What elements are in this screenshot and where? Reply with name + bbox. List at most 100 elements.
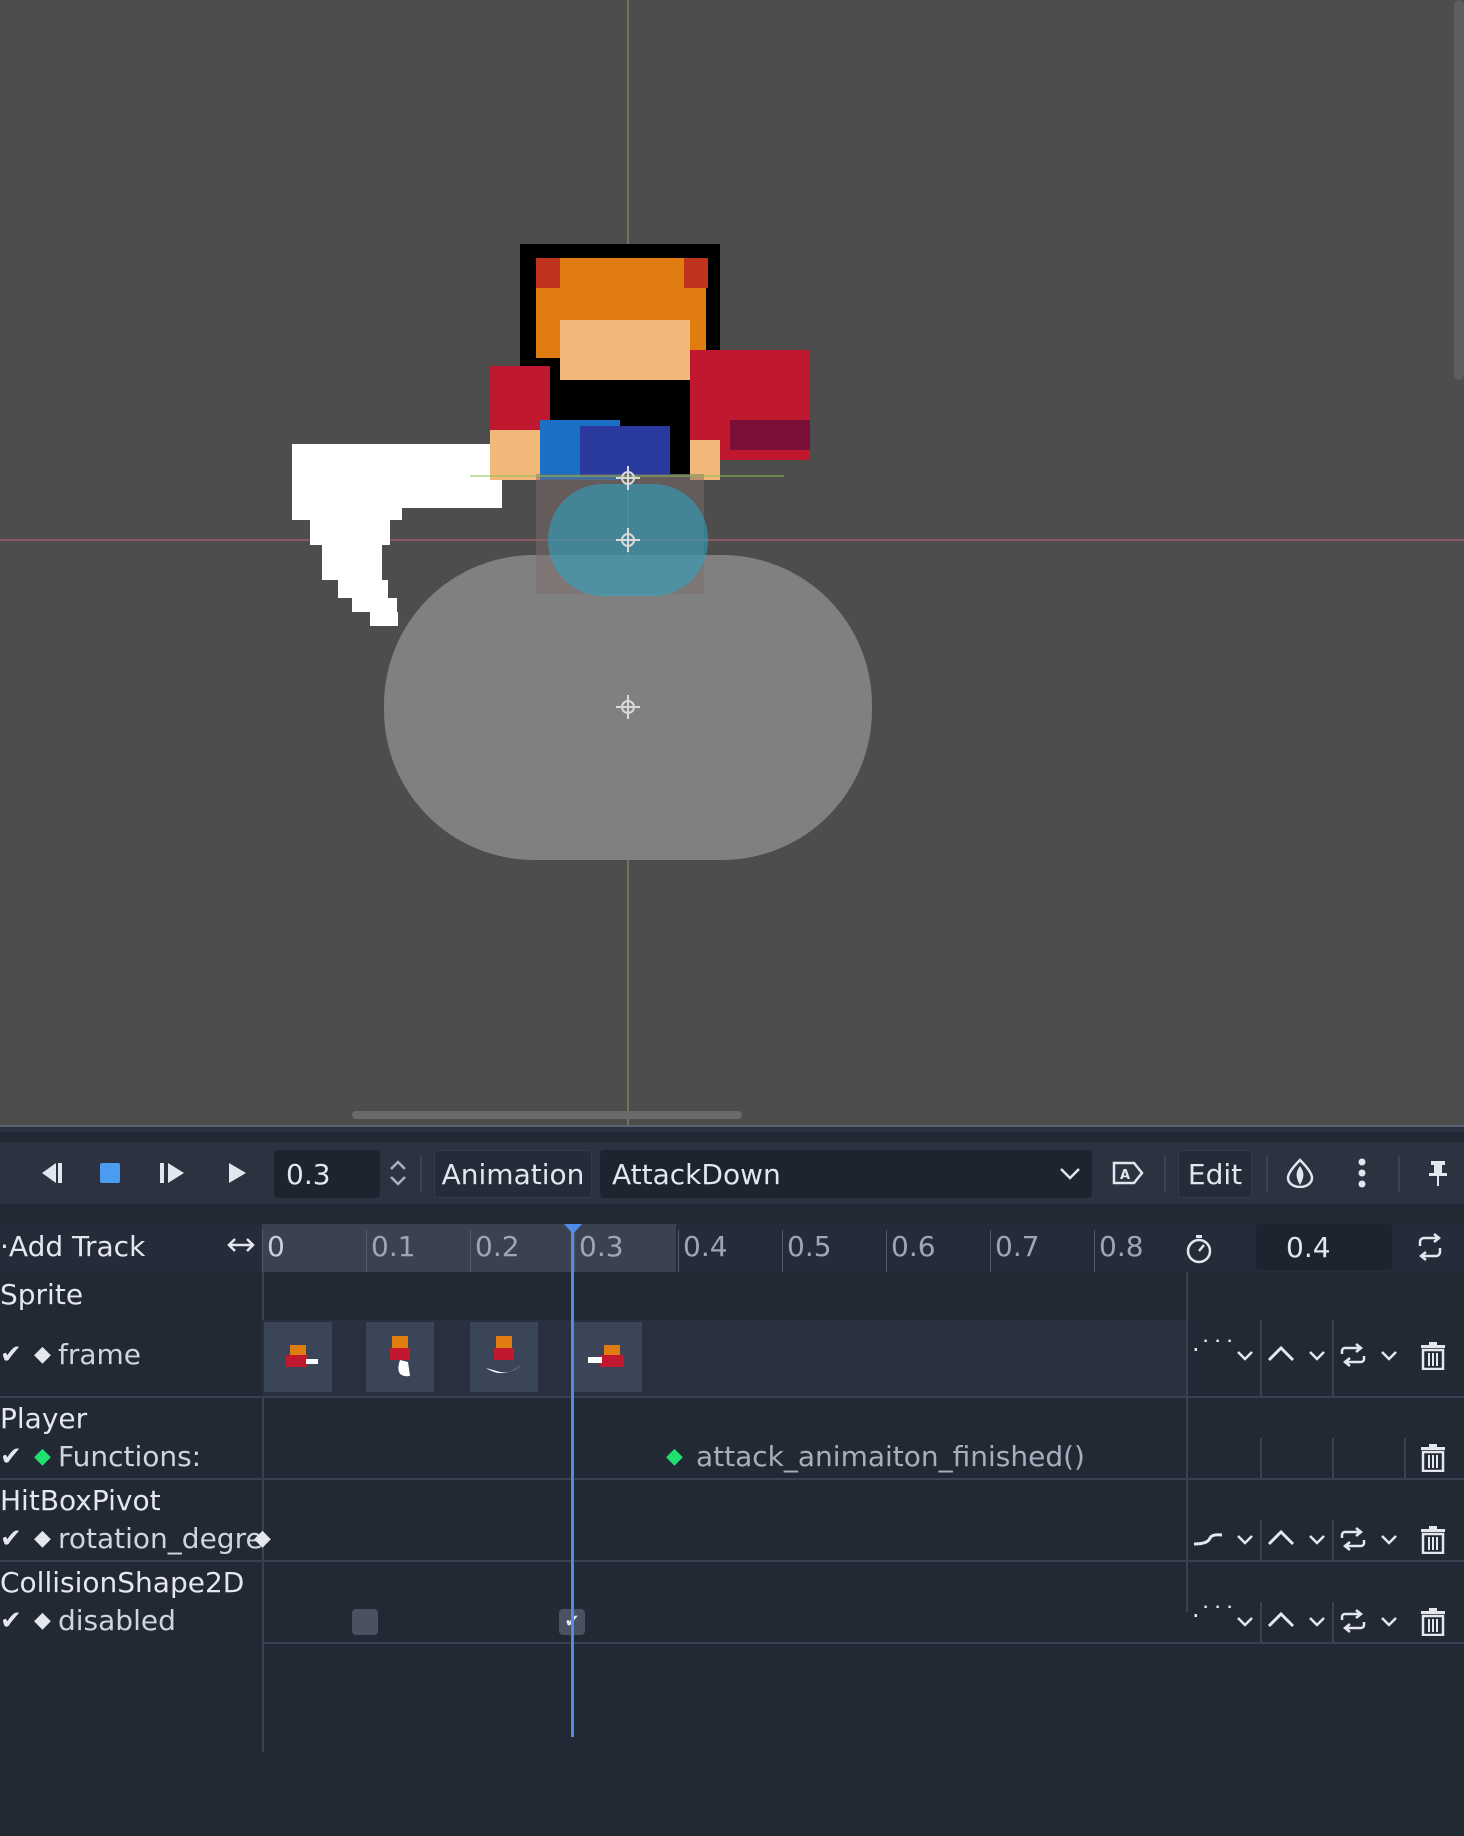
interpolation-nearest-icon[interactable] (1266, 1610, 1296, 1630)
update-mode-discrete[interactable]: ·˙˙˙ (1192, 1336, 1236, 1364)
column-divider (1260, 1320, 1262, 1396)
chevron-down-icon[interactable] (1308, 1350, 1326, 1362)
frame-keyframe[interactable] (470, 1322, 538, 1392)
onion-skinning-button[interactable] (1282, 1152, 1318, 1194)
animation-select[interactable]: AttackDown (600, 1150, 1092, 1198)
animation-menu-label: Animation (441, 1157, 585, 1191)
track-enabled-checkbox[interactable]: ✔ (0, 1340, 22, 1370)
animation-menu-button[interactable]: Animation (434, 1150, 592, 1198)
update-mode-discrete[interactable]: ·˙˙˙ (1192, 1602, 1236, 1630)
toolbar-separator (420, 1156, 422, 1192)
track-row-functions[interactable]: ✔ ◆ Functions: ◆ attack_animaiton_finish… (0, 1438, 1464, 1478)
chevron-down-icon[interactable] (1380, 1350, 1398, 1362)
column-divider (1332, 1602, 1334, 1642)
value-keyframe[interactable]: ◆ (254, 1526, 271, 1551)
column-divider (1332, 1320, 1334, 1396)
frame-keyframe[interactable] (264, 1322, 332, 1392)
frame-keyframe[interactable] (574, 1322, 642, 1392)
loop-wrap-icon[interactable] (1338, 1342, 1368, 1368)
method-keyframe[interactable]: ◆ (666, 1444, 683, 1469)
pin-panel-button[interactable] (1424, 1152, 1452, 1194)
animation-length-field[interactable]: 0.4 (1256, 1224, 1392, 1270)
add-track-button[interactable]: ·Add Track (0, 1230, 145, 1263)
loop-toggle-button[interactable] (1414, 1232, 1446, 1266)
stop-button[interactable] (92, 1152, 128, 1194)
chevron-down-icon[interactable] (1308, 1616, 1326, 1628)
frame-keyframe[interactable] (366, 1322, 434, 1392)
loop-wrap-icon[interactable] (1338, 1526, 1368, 1552)
canvas-viewport[interactable] (0, 0, 1464, 1125)
play-button[interactable] (222, 1152, 252, 1194)
current-time-value: 0.3 (286, 1157, 331, 1191)
kebab-menu-icon (1358, 1158, 1366, 1188)
track-type-icon: ◆ (34, 1342, 51, 1367)
zoom-handle[interactable] (226, 1234, 256, 1260)
track-enabled-checkbox[interactable]: ✔ (0, 1606, 22, 1636)
column-divider (1260, 1438, 1262, 1478)
trash-icon[interactable] (1420, 1444, 1446, 1472)
frame-thumbnail (286, 1345, 318, 1367)
ruler-tick: 0.2 (470, 1230, 520, 1272)
timeline-ruler[interactable]: ·Add Track 0 0.1 0.2 0.3 0.4 0.5 0.6 0.7… (0, 1224, 1464, 1272)
play-from-start-button[interactable] (156, 1152, 192, 1194)
play-backward-end-icon (42, 1163, 62, 1183)
edit-menu-button[interactable]: Edit (1178, 1150, 1252, 1198)
track-enabled-checkbox[interactable]: ✔ (0, 1442, 22, 1472)
ruler-tick: 0.6 (886, 1230, 936, 1272)
toolbar-separator (1398, 1156, 1400, 1192)
ruler-tick: 0 (262, 1230, 285, 1272)
track-name: rotation_degre (58, 1522, 263, 1555)
track-type-icon: ◆ (34, 1526, 51, 1551)
animation-toolbar: 0.3 Animation AttackDown A Edit (0, 1142, 1464, 1204)
track-row-disabled[interactable]: ✔ ◆ disabled ✔ ·˙˙˙ (0, 1602, 1464, 1642)
svg-text:A: A (1120, 1168, 1130, 1183)
chevron-down-icon[interactable] (1236, 1616, 1254, 1628)
track-group-player: Player (0, 1402, 88, 1435)
pin-icon (1429, 1161, 1447, 1186)
chevron-down-icon[interactable] (1380, 1616, 1398, 1628)
toolbar-separator (1266, 1156, 1268, 1192)
update-mode-continuous-icon[interactable] (1192, 1532, 1224, 1548)
scene-canvas (0, 0, 1464, 1125)
track-enabled-checkbox[interactable]: ✔ (0, 1524, 22, 1554)
track-name: frame (58, 1338, 142, 1371)
trash-icon[interactable] (1420, 1342, 1446, 1370)
loop-wrap-icon[interactable] (1338, 1608, 1368, 1634)
chevron-down-icon (1060, 1168, 1080, 1180)
ruler-tick: 0.4 (678, 1230, 728, 1272)
chevron-down-icon[interactable] (1236, 1350, 1254, 1362)
track-group-sprite: Sprite (0, 1278, 84, 1311)
onion-options-button[interactable] (1348, 1152, 1376, 1194)
add-track-label: Add Track (8, 1230, 146, 1263)
animation-panel: 0.3 Animation AttackDown A Edit ·Add Tra… (0, 1132, 1464, 1836)
track-group-hitboxpivot: HitBoxPivot (0, 1484, 161, 1517)
trash-icon[interactable] (1420, 1526, 1446, 1554)
interpolation-nearest-icon[interactable] (1266, 1528, 1296, 1548)
vertical-scrollbar[interactable] (1454, 0, 1464, 380)
track-row-rotation[interactable]: ✔ ◆ rotation_degre ◆ (0, 1520, 1464, 1560)
track-row-frame[interactable]: ✔ ◆ frame ·˙˙˙ (0, 1320, 1464, 1396)
frame-thumbnail (486, 1336, 522, 1374)
autoplay-on-load-button[interactable]: A (1110, 1152, 1146, 1194)
track-group-collisionshape2d: CollisionShape2D (0, 1566, 245, 1599)
horizontal-scrollbar[interactable] (352, 1111, 742, 1119)
chevron-down-icon[interactable] (1236, 1534, 1254, 1546)
panel-splitter[interactable] (0, 1125, 1464, 1132)
current-time-field[interactable]: 0.3 (274, 1150, 380, 1198)
edit-menu-label: Edit (1187, 1157, 1243, 1191)
play-backwards-from-end-button[interactable] (30, 1152, 66, 1194)
method-track-icon: ◆ (34, 1444, 51, 1469)
column-divider (1260, 1520, 1262, 1560)
column-divider (1404, 1438, 1406, 1478)
chevron-down-icon[interactable] (1308, 1534, 1326, 1546)
method-keyframe-label: attack_animaiton_finished() (696, 1440, 1085, 1473)
trash-icon[interactable] (1420, 1608, 1446, 1636)
length-label (1184, 1234, 1214, 1268)
stop-icon (100, 1163, 120, 1183)
chevron-down-icon[interactable] (1380, 1534, 1398, 1546)
interpolation-nearest-icon[interactable] (1266, 1344, 1296, 1364)
playhead-line[interactable] (571, 1224, 574, 1737)
bool-keyframe-off[interactable] (352, 1609, 378, 1635)
time-spinner[interactable] (384, 1152, 412, 1194)
row-separator (0, 1478, 1464, 1480)
